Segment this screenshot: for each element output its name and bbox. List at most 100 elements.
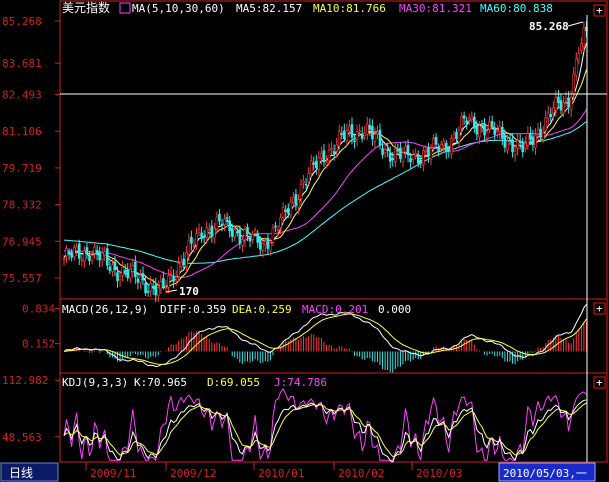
candle-body xyxy=(539,128,542,137)
price-tick-label: 79.719 xyxy=(2,162,42,175)
candle-body xyxy=(271,227,275,243)
candle-body xyxy=(169,272,173,275)
macd-add-button[interactable]: + xyxy=(593,302,606,315)
candle-body xyxy=(381,148,384,155)
kdj-tick-label: 48.563 xyxy=(2,431,42,444)
candle-body xyxy=(391,157,395,161)
candle-body xyxy=(187,239,191,255)
candle-body xyxy=(442,141,446,146)
candle-body xyxy=(159,281,163,290)
ma5-line xyxy=(63,42,587,291)
candle-body xyxy=(139,275,142,283)
candle-body xyxy=(65,248,68,257)
symbol-name: 美元指数 xyxy=(62,0,110,15)
candle-body xyxy=(541,132,545,140)
price-tick-label: 81.106 xyxy=(2,125,42,138)
candle-body xyxy=(266,237,270,249)
candle-body xyxy=(223,218,226,225)
candle-body xyxy=(128,269,132,279)
candle-body xyxy=(246,226,249,235)
candle-body xyxy=(67,251,71,255)
candle-body xyxy=(118,276,122,280)
candle-body xyxy=(529,133,532,140)
candle-body xyxy=(70,252,73,258)
candle-body xyxy=(251,233,254,240)
candle-body xyxy=(146,291,150,293)
candle-body xyxy=(386,149,389,151)
candle-body xyxy=(126,269,130,279)
candle-body xyxy=(401,152,405,162)
candle-body xyxy=(274,225,277,228)
candle-body xyxy=(156,287,160,297)
candle-body xyxy=(577,53,581,61)
candle-body xyxy=(197,229,201,233)
candle-body xyxy=(478,125,481,138)
candle-body xyxy=(371,126,374,139)
candle-body xyxy=(406,144,410,156)
candle-body xyxy=(506,140,509,151)
candle-body xyxy=(103,251,107,256)
candle-body xyxy=(302,180,305,184)
kdj-add-button[interactable]: + xyxy=(593,376,606,389)
candle-body xyxy=(279,217,282,228)
candle-body xyxy=(353,140,356,143)
candle-body xyxy=(485,131,489,139)
price-add-button[interactable]: + xyxy=(593,4,606,17)
candle-body xyxy=(309,160,313,174)
high-price-pointer xyxy=(567,21,584,27)
candle-body xyxy=(134,261,137,278)
macd-dea: DEA:0.259 xyxy=(232,303,292,316)
svg-text:+: + xyxy=(596,4,603,17)
candle-body xyxy=(215,216,219,230)
candle-body xyxy=(404,146,407,153)
macd-tick-label: 0.834 xyxy=(22,303,55,316)
candle-body xyxy=(327,149,331,162)
candle-body xyxy=(518,140,522,143)
ma5-value: MA5:82.157 xyxy=(236,2,302,15)
candle-body xyxy=(286,208,290,214)
macd-diff: DIFF:0.359 xyxy=(160,303,226,316)
candle-body xyxy=(340,133,344,135)
candle-body xyxy=(106,248,109,266)
candle-body xyxy=(113,261,117,271)
candle-body xyxy=(462,115,466,119)
ma10-value: MA10:81.766 xyxy=(313,2,386,15)
candle-body xyxy=(424,149,428,152)
candle-body xyxy=(564,98,568,102)
candle-body xyxy=(258,239,262,250)
candle-body xyxy=(460,116,463,129)
candle-body xyxy=(177,263,180,278)
ma5-path xyxy=(63,42,587,291)
candle-body xyxy=(322,150,326,163)
candle-body xyxy=(80,259,84,261)
candle-body xyxy=(388,152,392,162)
svg-text:2010/05/03,一: 2010/05/03,一 xyxy=(503,467,587,480)
candle-body xyxy=(508,139,512,142)
candle-body xyxy=(523,142,527,149)
candle-body xyxy=(151,285,155,289)
svg-text:+: + xyxy=(596,376,603,389)
x-tick-label: 2010/03 xyxy=(416,467,462,480)
macd-histogram xyxy=(66,321,587,373)
candle-body xyxy=(337,131,341,146)
candle-body xyxy=(544,117,547,131)
candle-body xyxy=(292,197,295,204)
candle-body xyxy=(317,157,321,170)
candle-body xyxy=(554,96,558,111)
candle-body xyxy=(144,282,147,294)
period-tab-daily[interactable]: 日线 xyxy=(0,462,59,482)
candle-body xyxy=(213,228,216,239)
candle-body xyxy=(281,207,285,218)
candle-body xyxy=(210,225,214,237)
candle-body xyxy=(116,272,119,281)
candle-body xyxy=(200,232,203,239)
candle-body xyxy=(470,115,474,120)
candle-body xyxy=(447,148,451,152)
candle-body xyxy=(432,137,435,148)
ma-label: MA(5,10,30,60) xyxy=(132,2,225,15)
kdj-axis-ticks: 112.982 48.563 xyxy=(2,374,60,444)
candle-body xyxy=(450,137,453,155)
frame-border xyxy=(59,0,608,463)
indicator-icon[interactable] xyxy=(119,2,131,14)
candle-body xyxy=(335,144,338,152)
